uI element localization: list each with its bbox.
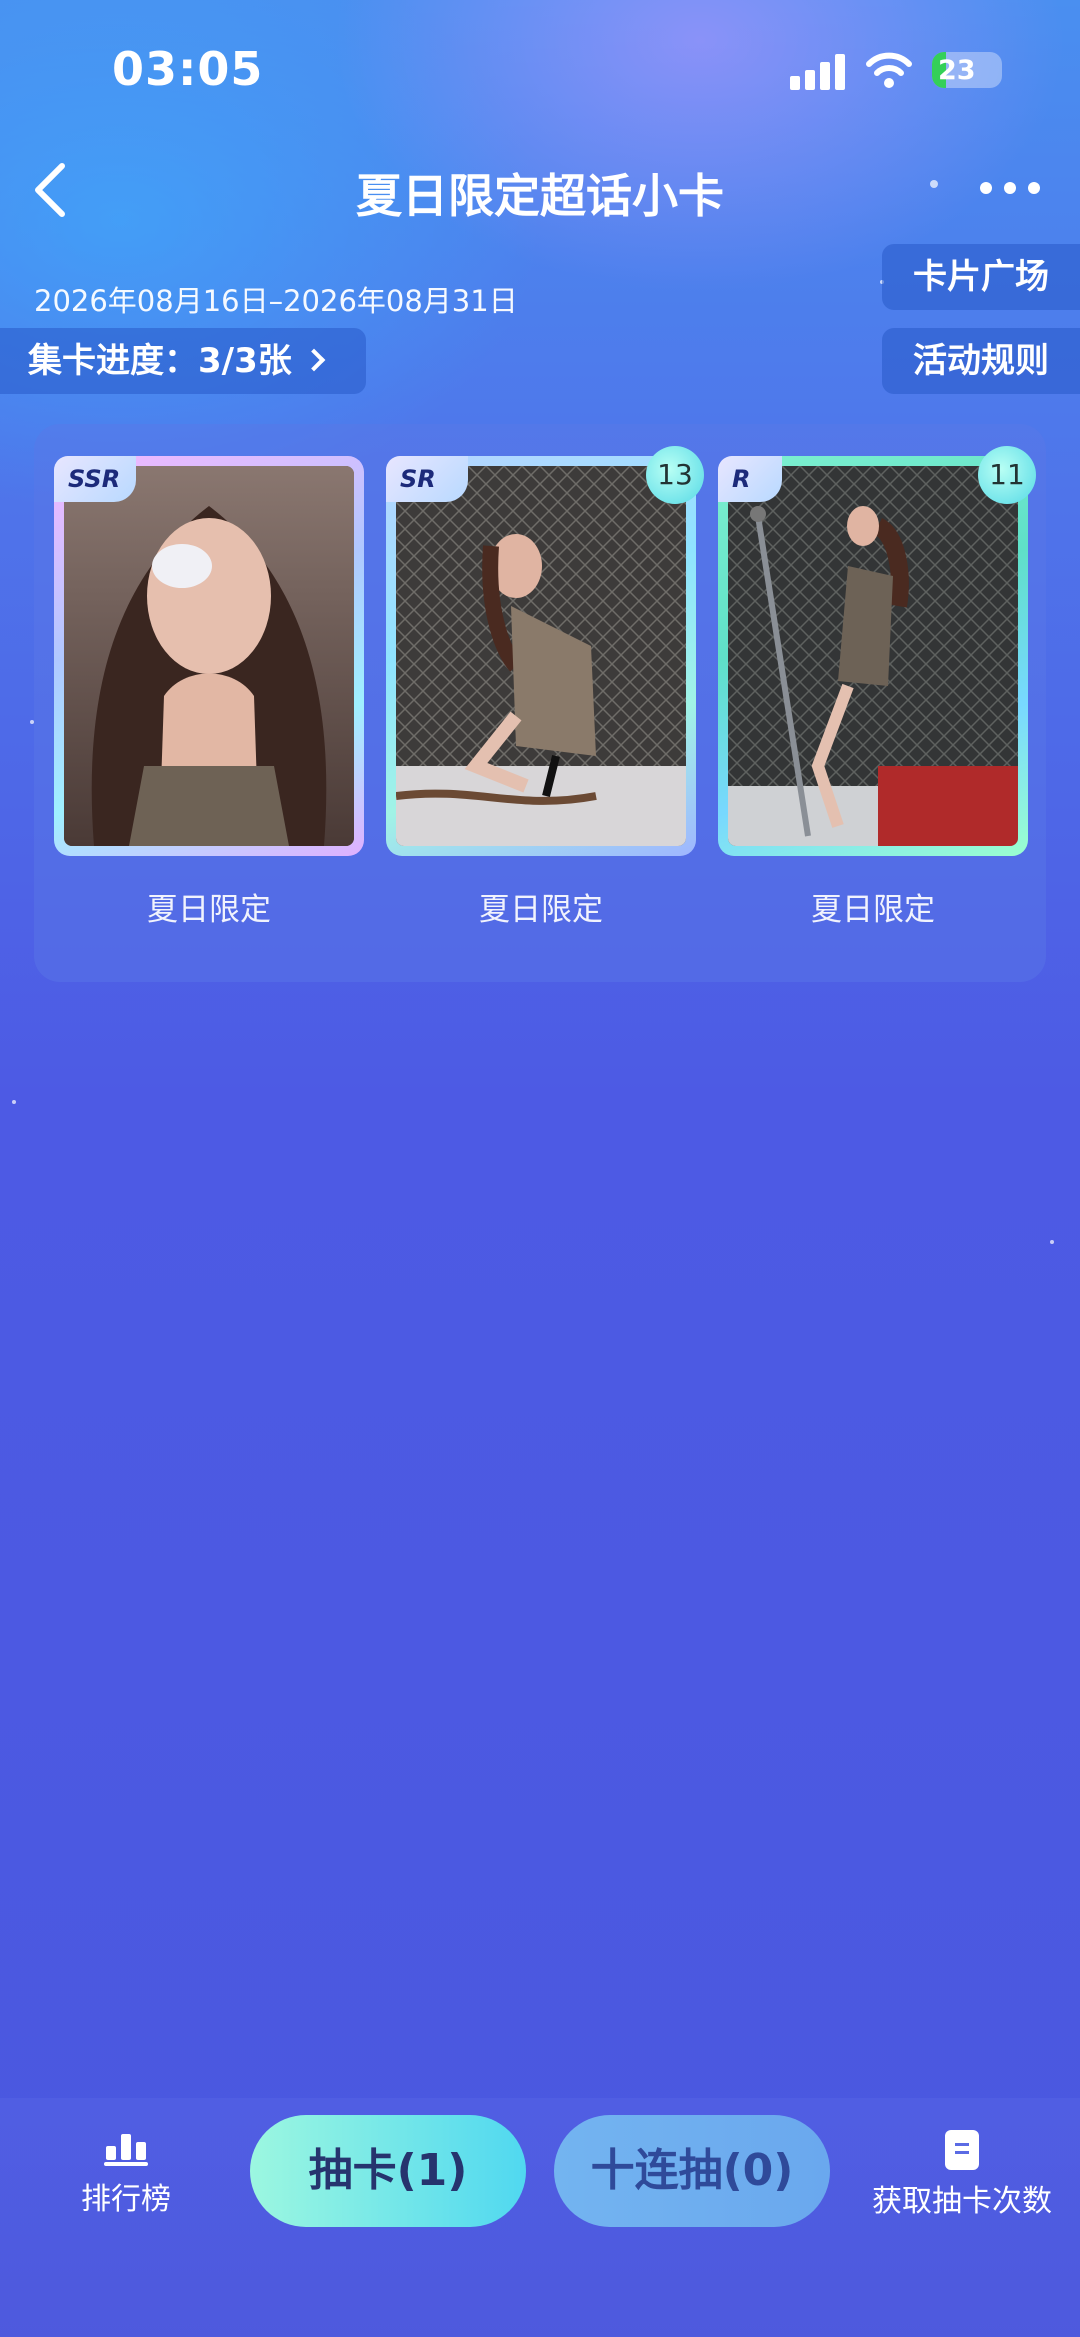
more-icon[interactable] xyxy=(980,176,1040,200)
ranking-button[interactable]: 排行榜 xyxy=(74,2130,178,2218)
get-draws-button[interactable]: 获取抽卡次数 xyxy=(862,2130,1062,2220)
card-photo xyxy=(64,466,354,846)
wifi-icon xyxy=(866,50,912,90)
card-r[interactable]: R 11 xyxy=(718,446,1036,856)
card-name: 夏日限定 xyxy=(147,892,271,928)
status-time: 03:05 xyxy=(112,42,264,96)
rarity-badge: SR xyxy=(386,456,468,502)
card-photo xyxy=(728,466,1018,846)
chevron-right-icon xyxy=(302,348,326,371)
card-square-button[interactable]: 卡片广场 xyxy=(882,244,1080,310)
card-collection-panel: SSR 夏日限定 SR 13 夏日限定 R 11 夏日限定 xyxy=(34,424,1046,982)
progress-label: 集卡进度：3/3张 xyxy=(28,341,292,381)
rules-button[interactable]: 活动规则 xyxy=(882,328,1080,394)
signal-icon xyxy=(790,54,846,90)
ranking-icon xyxy=(104,2130,148,2166)
card-name: 夏日限定 xyxy=(479,892,603,928)
collection-progress[interactable]: 集卡进度：3/3张 xyxy=(0,328,366,394)
card-count-badge: 11 xyxy=(978,446,1036,504)
card-name: 夏日限定 xyxy=(811,892,935,928)
get-draws-label: 获取抽卡次数 xyxy=(872,2184,1052,2219)
rarity-badge: SSR xyxy=(54,456,136,502)
ranking-label: 排行榜 xyxy=(81,2182,171,2217)
battery-level: 23 xyxy=(938,55,976,86)
card-count-badge: 13 xyxy=(646,446,704,504)
battery-icon: 23 xyxy=(932,52,1002,88)
document-icon xyxy=(945,2130,979,2170)
card-sr[interactable]: SR 13 xyxy=(386,446,704,856)
page-title: 夏日限定超话小卡 xyxy=(356,169,724,223)
card-photo xyxy=(396,466,686,846)
rarity-badge: R xyxy=(718,456,782,502)
event-date-range: 2026年08月16日–2026年08月31日 xyxy=(34,284,518,318)
ten-draw-button[interactable]: 十连抽(0) xyxy=(554,2115,830,2227)
card-ssr[interactable]: SSR xyxy=(54,456,364,856)
draw-card-button[interactable]: 抽卡(1) xyxy=(250,2115,526,2227)
